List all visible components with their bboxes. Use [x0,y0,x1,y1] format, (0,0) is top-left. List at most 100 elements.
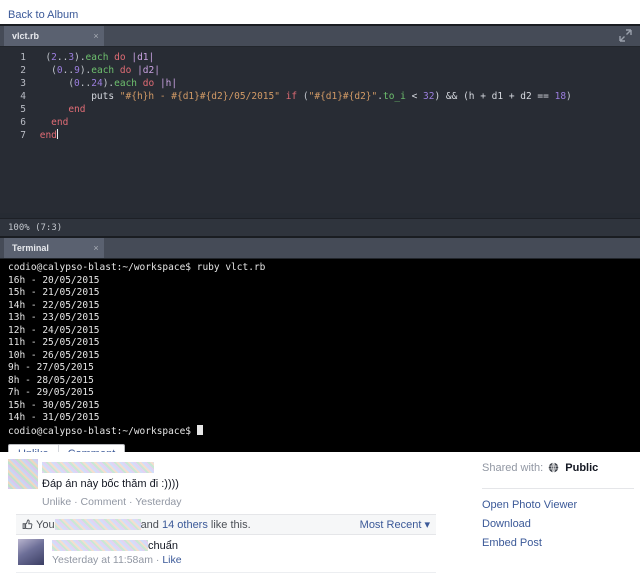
code-line: 5 end [0,103,640,116]
comment-meta-row: Yesterday at 11:58am · Like [52,553,436,568]
post-timestamp[interactable]: Yesterday [135,496,181,508]
comment-sort-dropdown[interactable]: Most Recent ▾ [360,515,430,536]
code-line: 4 puts "#{h}h - #{d1}#{d2}/05/2015" if (… [0,90,640,103]
terminal-line: 14h - 22/05/2015 [8,299,100,311]
terminal-line: 15h - 30/05/2015 [8,399,100,411]
comment-text: chuẩn [148,540,178,552]
shared-with-label: Shared with: [482,462,544,474]
embed-post-link[interactable]: Embed Post [482,534,640,553]
top-nav-bar: Back to Album [0,0,640,24]
line-number: 7 [20,130,26,141]
comment-row: chuẩn Yesterday at 11:58am · Like [16,535,436,573]
photo-image[interactable]: vlct.rb × 1 (2..3).each do |d1| 2 (0..9).… [0,24,640,452]
terminal-tab-label: Terminal [12,243,49,253]
terminal-pane: Terminal × codio@calypso-blast:~/workspa… [0,236,640,452]
code-token: each [85,52,109,63]
line-number: 2 [20,65,26,76]
terminal-prompt-line: codio@calypso-blast:~/workspace$ [8,424,640,438]
code-token: |d1| [131,52,155,63]
code-token: "#{h}h - #{d1}#{d2}/05/2015" [119,91,280,102]
line-number: 6 [20,117,26,128]
post-left-column: Đáp án này bốc thăm đi :)))) Unlike · Co… [0,452,466,576]
code-token: do [114,52,126,63]
code-token: each [91,65,115,76]
editor-tab-bar: vlct.rb × [0,26,640,47]
terminal-line: 11h - 25/05/2015 [8,337,100,348]
meta-separator: · [155,554,160,566]
code-line: 1 (2..3).each do |d1| [0,51,640,64]
terminal-line: 15h - 21/05/2015 [8,287,100,298]
post-author-name-redacted[interactable] [42,462,154,473]
code-token: ) [566,91,572,102]
editor-tab-vlct-rb[interactable]: vlct.rb × [4,26,104,46]
terminal-line: 12h - 24/05/2015 [8,324,100,336]
terminal-line: 9h - 27/05/2015 [8,362,94,373]
editor-tab-label: vlct.rb [12,31,40,41]
code-token: .. [62,65,75,76]
editor-status-bar: 100% (7:3) [0,218,640,236]
terminal-tab-bar: Terminal × [0,238,640,259]
like-summary-bar: You and 14 others like this. Most Recent … [16,514,436,535]
like-others-count[interactable]: 14 others [162,519,208,531]
code-line: 6 end [0,116,640,129]
avatar[interactable] [8,459,38,489]
line-number: 5 [20,104,26,115]
comment-like-link[interactable]: Like [162,554,181,566]
terminal-line: 14h - 31/05/2015 [8,412,100,423]
shared-with-row: Shared with: Public [482,460,640,478]
line-number: 1 [20,52,26,63]
chevron-down-icon: ▾ [424,519,430,531]
code-token: 24 [91,78,103,89]
like-you-label: You [36,519,55,531]
unlike-button[interactable]: Unlike [9,445,58,452]
avatar[interactable] [18,539,44,565]
code-token: end [51,117,69,128]
like-suffix: like this. [210,519,251,531]
divider [482,488,634,489]
post-unlike-link[interactable]: Unlike [42,496,71,508]
back-to-album-link[interactable]: Back to Album [8,9,78,21]
code-token: ( [34,78,75,89]
code-token: ( [297,91,309,102]
code-token: end [39,130,57,141]
terminal-line: 13h - 23/05/2015 [8,312,100,323]
close-icon[interactable]: × [89,26,103,46]
close-icon[interactable]: × [89,238,103,258]
code-line: 3 (0..24).each do |h| [0,77,640,90]
text-cursor [56,129,58,139]
line-number: 3 [20,78,26,89]
code-token: "#{d1}#{d2}" [308,91,378,102]
like-names-redacted[interactable] [54,519,141,530]
post-right-column: Shared with: Public Open Photo Viewer Do… [478,452,640,576]
expand-arrow-icon[interactable] [619,29,632,42]
comment-author-name-redacted[interactable] [52,540,148,551]
code-token: do [119,65,132,76]
comment-timestamp: Yesterday at 11:58am [52,554,153,566]
terminal-output[interactable]: codio@calypso-blast:~/workspace$ ruby vl… [0,259,640,452]
comment-body: chuẩn [52,539,436,553]
like-and-label: and [140,519,159,531]
code-token: |h| [159,78,178,89]
open-photo-viewer-link[interactable]: Open Photo Viewer [482,496,640,515]
terminal-line: 16h - 20/05/2015 [8,274,100,286]
post-caption-block: Đáp án này bốc thăm đi :)))) Unlike · Co… [8,458,466,510]
comment-button[interactable]: Comment [59,445,125,452]
post-comment-link[interactable]: Comment [81,496,127,508]
terminal-line: 8h - 28/05/2015 [8,374,94,386]
code-token: if [285,91,298,102]
code-token: 32 [423,91,435,102]
code-token: to_i [382,91,406,102]
terminal-tab[interactable]: Terminal × [4,238,104,258]
code-token: < [405,91,424,102]
code-content[interactable]: 1 (2..3).each do |d1| 2 (0..9).each do |d… [0,47,640,213]
code-token: ) && (h + d1 + d2 == [434,91,555,102]
terminal-prompt: codio@calypso-blast:~/workspace$ [8,425,197,437]
code-token: end [68,104,86,115]
terminal-line: 7h - 29/05/2015 [8,387,94,398]
code-token: ( [34,65,57,76]
post-caption-text: Đáp án này bốc thăm đi :)))) [42,478,179,490]
code-token: ( [34,52,52,63]
download-link[interactable]: Download [482,515,640,534]
code-token: |d2| [137,65,160,76]
